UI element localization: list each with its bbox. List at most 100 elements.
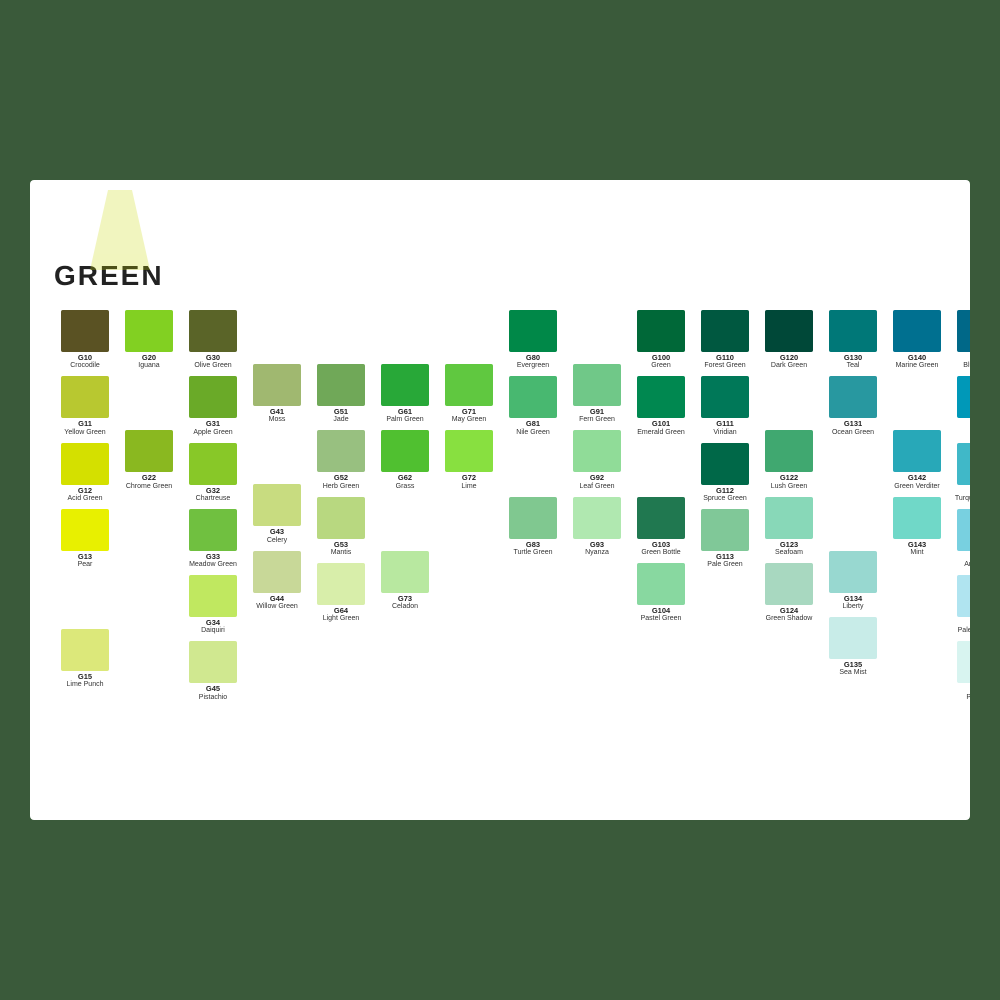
spacer-col1-row4	[118, 551, 180, 599]
color-item-G140: G140Marine Green	[886, 310, 948, 370]
color-item-G134: G134Liberty	[822, 551, 884, 611]
color-code-G140: G140	[908, 354, 926, 362]
color-swatch-G44	[253, 551, 301, 593]
color-code-G110: G110	[716, 354, 734, 362]
color-name-G73: Celadon	[392, 603, 418, 611]
spacer-col13-row5	[886, 617, 948, 665]
color-item-G45: G45Pistachio	[182, 641, 244, 701]
color-name-G130: Teal	[847, 362, 860, 370]
color-code-G51: G51	[334, 408, 348, 416]
spacer-col7-row5	[502, 617, 564, 665]
spacer-col5-row3	[374, 497, 436, 545]
color-code-G123: G123	[780, 541, 798, 549]
color-swatch-G83	[509, 497, 557, 539]
color-swatch-G100	[637, 310, 685, 352]
color-code-G53: G53	[334, 541, 348, 549]
color-item-G120: G120Dark Green	[758, 310, 820, 370]
color-swatch-G71	[445, 364, 493, 406]
color-code-G11: G11	[78, 420, 92, 428]
color-code-G80: G80	[526, 354, 540, 362]
spacer-col9-row5	[630, 629, 692, 677]
color-code-G31: G31	[206, 420, 220, 428]
color-item-G104: G104Pastel Green	[630, 563, 692, 623]
color-swatch-G150	[957, 310, 970, 352]
color-name-G10: Crocodile	[70, 362, 100, 370]
color-item-G22: G22Chrome Green	[118, 430, 180, 490]
color-name-G101: Emerald Green	[637, 429, 684, 437]
color-name-G111: Viridian	[713, 429, 736, 437]
color-swatch-G165	[957, 641, 970, 683]
spacer-col12-row2	[822, 443, 884, 491]
color-name-G80: Evergreen	[517, 362, 549, 370]
color-swatch-G62	[381, 430, 429, 472]
color-name-G11: Yellow Green	[64, 429, 105, 437]
color-code-G103: G103	[652, 541, 670, 549]
color-item-G51: G51Jade	[310, 364, 372, 424]
color-name-G61: Palm Green	[386, 416, 423, 424]
color-swatch-G112	[701, 443, 749, 485]
color-item-G161: G161Reef	[950, 376, 970, 436]
color-column-4: G51JadeG52Herb GreenG53MantisG64Light Gr…	[310, 310, 372, 683]
color-item-G150: G150Blue Green	[950, 310, 970, 370]
color-swatch-G45	[189, 641, 237, 683]
spacer-col6-row4	[438, 551, 500, 599]
color-swatch-G31	[189, 376, 237, 418]
color-item-G12: G12Acid Green	[54, 443, 116, 503]
color-name-G93: Nyanza	[585, 549, 609, 557]
color-name-G41: Moss	[269, 416, 286, 424]
spacer-col3-row5	[246, 617, 308, 665]
color-swatch-G30	[189, 310, 237, 352]
color-item-G93: G93Nyanza	[566, 497, 628, 557]
color-item-G61: G61Palm Green	[374, 364, 436, 424]
color-swatch-G73	[381, 551, 429, 593]
color-item-G152: G152Turquoise Green	[950, 443, 970, 503]
color-name-G64: Light Green	[323, 615, 360, 623]
color-name-G165: Pale Mint	[966, 694, 970, 702]
color-swatch-G153	[957, 509, 970, 551]
color-item-G100: G100Green	[630, 310, 692, 370]
color-item-G111: G111Viridian	[694, 376, 756, 436]
color-column-6: G71May GreenG72Lime	[438, 310, 500, 659]
color-column-7: G80EvergreenG81Nile GreenG83Turtle Green	[502, 310, 564, 671]
spacer-col7-row4	[502, 563, 564, 611]
color-name-G163: Pale Turquoise	[958, 627, 970, 635]
color-item-G72: G72Lime	[438, 430, 500, 490]
color-swatch-G120	[765, 310, 813, 352]
color-name-G81: Nile Green	[516, 429, 549, 437]
color-swatch-G113	[701, 509, 749, 551]
color-item-G31: G31Apple Green	[182, 376, 244, 436]
color-code-G44: G44	[270, 595, 284, 603]
color-swatch-G110	[701, 310, 749, 352]
spacer-col11-row1	[758, 376, 820, 424]
spacer-col5-row5	[374, 617, 436, 665]
color-code-G45: G45	[206, 685, 220, 693]
color-swatch-G123	[765, 497, 813, 539]
color-swatch-G64	[317, 563, 365, 605]
color-name-G123: Seafoam	[775, 549, 803, 557]
color-swatch-G81	[509, 376, 557, 418]
color-item-G32: G32Chartreuse	[182, 443, 244, 503]
color-name-G135: Sea Mist	[839, 669, 866, 677]
color-code-G130: G130	[844, 354, 862, 362]
color-name-G140: Marine Green	[896, 362, 939, 370]
color-swatch-G15	[61, 629, 109, 671]
color-swatch-G34	[189, 575, 237, 617]
color-swatch-G152	[957, 443, 970, 485]
color-name-G104: Pastel Green	[641, 615, 682, 623]
color-code-G111: G111	[716, 420, 734, 428]
color-column-14: G150Blue Green G161Reef G152Turquoise Gree…	[950, 310, 970, 708]
color-code-G13: G13	[78, 553, 92, 561]
color-name-G45: Pistachio	[199, 694, 227, 702]
color-item-G44: G44Willow Green	[246, 551, 308, 611]
spacer-col13-row1	[886, 376, 948, 424]
spacer-col1-row1	[118, 376, 180, 424]
color-swatch-G11	[61, 376, 109, 418]
color-code-G73: G73	[398, 595, 412, 603]
color-code-G100: G100	[652, 354, 670, 362]
color-swatch-G13	[61, 509, 109, 551]
color-code-G83: G83	[526, 541, 540, 549]
color-name-G150: Blue Green	[963, 362, 970, 370]
spacer-col6-row3	[438, 497, 500, 545]
color-name-G143: Mint	[910, 549, 923, 557]
color-swatch-G130	[829, 310, 877, 352]
